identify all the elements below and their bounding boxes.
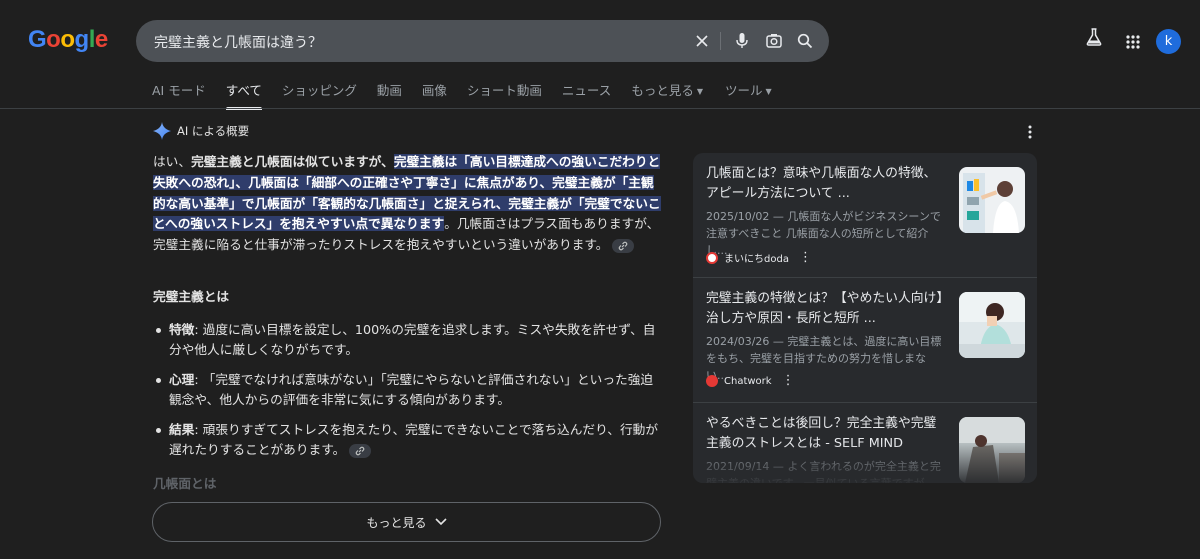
section-title: 完璧主義とは: [153, 289, 230, 304]
faded-section-title: 几帳面とは: [153, 476, 217, 491]
tab-short-videos[interactable]: ショート動画: [467, 82, 542, 108]
account-avatar[interactable]: k: [1156, 29, 1181, 54]
doda-favicon-icon: [706, 251, 718, 264]
tab-more[interactable]: もっと見る ▼: [631, 82, 703, 108]
source-card[interactable]: 完璧主義の特徴とは？【やめたい人向け】治し方や原因・長所と短所 ... 2024…: [693, 278, 1037, 402]
ai-overview-title: AI による概要: [177, 124, 250, 138]
tab-all[interactable]: すべて: [225, 82, 263, 110]
tab-news[interactable]: ニュース: [562, 82, 611, 108]
bullet-term: 結果: [169, 422, 195, 437]
logo-letter: e: [94, 26, 108, 53]
source-site-name: まいにちdoda: [724, 254, 789, 265]
chevron-down-icon: [434, 518, 447, 526]
gemini-sparkle-icon: [153, 122, 171, 140]
sources-panel: 几帳面とは？意味や几帳面な人の特徴、アピール方法について ... 2025/10…: [693, 153, 1037, 483]
tab-images[interactable]: 画像: [422, 82, 447, 108]
search-input[interactable]: 完璧主義と几帳面は違う？: [154, 32, 322, 52]
source-card[interactable]: 几帳面とは？意味や几帳面な人の特徴、アピール方法について ... 2025/10…: [693, 153, 1037, 277]
tab-shopping[interactable]: ショッピング: [282, 82, 357, 108]
list-item: 心理: 「完璧でなければ意味がない」「完璧にやらないと評価されない」といった強迫…: [153, 370, 663, 410]
tab-ai-mode[interactable]: AI モード: [152, 82, 206, 108]
bullet-text: : 頑張りすぎてストレスを抱えたり、完璧にできないことで落ち込んだり、行動が遅れ…: [169, 422, 659, 457]
link-icon: [619, 241, 628, 251]
source-site: Chatwork ⋮: [706, 374, 795, 387]
source-thumbnail: [959, 417, 1025, 483]
ai-overview-header: AI による概要: [153, 122, 249, 140]
microphone-icon[interactable]: [732, 31, 752, 51]
source-snippet: 2021/09/14 — よく言われるのが完全主義と完璧主義の違いです。一見似て…: [706, 460, 941, 483]
source-thumbnail: [959, 167, 1025, 233]
more-vert-icon[interactable]: ⋮: [799, 251, 812, 264]
source-link-chip[interactable]: [349, 443, 372, 458]
search-divider: [720, 32, 721, 50]
tabs-divider: [0, 108, 1200, 109]
camera-lens-icon[interactable]: [764, 31, 784, 51]
google-logo[interactable]: Google: [28, 26, 108, 54]
logo-letter: o: [60, 26, 75, 53]
caret-down-icon: ▼: [696, 86, 703, 96]
tab-videos[interactable]: 動画: [377, 82, 402, 108]
ai-answer: はい、完璧主義と几帳面は似ていますが、完璧主義は「高い目標達成への強いこだわりと…: [153, 152, 663, 256]
avatar-initial: k: [1164, 34, 1173, 49]
answer-lead: はい、: [153, 154, 192, 169]
source-card[interactable]: やるべきことは後回し？完全主義や完璧主義のストレスとは - SELF MIND …: [693, 403, 1037, 483]
source-site-name: Chatwork: [724, 375, 772, 387]
show-more-label: もっと見る: [366, 515, 427, 530]
show-more-button[interactable]: もっと見る: [152, 502, 661, 542]
tab-tools[interactable]: ツール ▼: [725, 82, 772, 108]
bullet-term: 特徴: [169, 322, 195, 337]
caret-down-icon: ▼: [765, 86, 772, 96]
list-item: 結果: 頑張りすぎてストレスを抱えたり、完璧にできないことで落ち込んだり、行動が…: [153, 420, 663, 460]
clear-icon[interactable]: [692, 31, 712, 51]
link-icon: [356, 446, 365, 455]
bullet-text: : 過度に高い目標を設定し、100%の完璧を追求します。ミスや失敗を許せず、自分…: [169, 322, 656, 357]
labs-flask-icon[interactable]: [1086, 28, 1102, 50]
chatwork-favicon-icon: [706, 375, 718, 387]
logo-letter: o: [46, 26, 61, 53]
more-vert-icon[interactable]: ⋮: [782, 374, 795, 387]
logo-letter: g: [74, 26, 90, 53]
answer-bold: 完璧主義と几帳面は似ていますが、: [191, 154, 394, 169]
source-thumbnail: [959, 292, 1025, 358]
header: Google 完璧主義と几帳面は違う？ k: [0, 0, 1200, 80]
logo-letters: Google: [28, 26, 108, 54]
apps-grid-icon[interactable]: [1126, 34, 1140, 53]
source-title[interactable]: やるべきことは後回し？完全主義や完璧主義のストレスとは - SELF MIND: [706, 414, 944, 454]
source-title[interactable]: 完璧主義の特徴とは？【やめたい人向け】治し方や原因・長所と短所 ...: [706, 289, 944, 329]
source-title[interactable]: 几帳面とは？意味や几帳面な人の特徴、アピール方法について ...: [706, 164, 944, 204]
more-options-icon[interactable]: [1024, 124, 1036, 140]
bullet-list: 特徴: 過度に高い目標を設定し、100%の完璧を追求します。ミスや失敗を許せず、…: [153, 320, 663, 470]
search-box[interactable]: 完璧主義と几帳面は違う？: [136, 20, 829, 62]
search-tabs: AI モード すべて ショッピング 動画 画像 ショート動画 ニュース もっと見…: [152, 82, 792, 110]
list-item: 特徴: 過度に高い目標を設定し、100%の完璧を追求します。ミスや失敗を許せず、…: [153, 320, 663, 360]
source-link-chip[interactable]: [612, 238, 635, 253]
bullet-text: : 「完璧でなければ意味がない」「完璧にやらないと評価されない」といった強迫観念…: [169, 372, 654, 407]
bullet-term: 心理: [169, 372, 195, 387]
search-icon[interactable]: [795, 31, 815, 51]
source-site: まいにちdoda ⋮: [706, 250, 812, 265]
logo-letter: G: [28, 26, 47, 53]
